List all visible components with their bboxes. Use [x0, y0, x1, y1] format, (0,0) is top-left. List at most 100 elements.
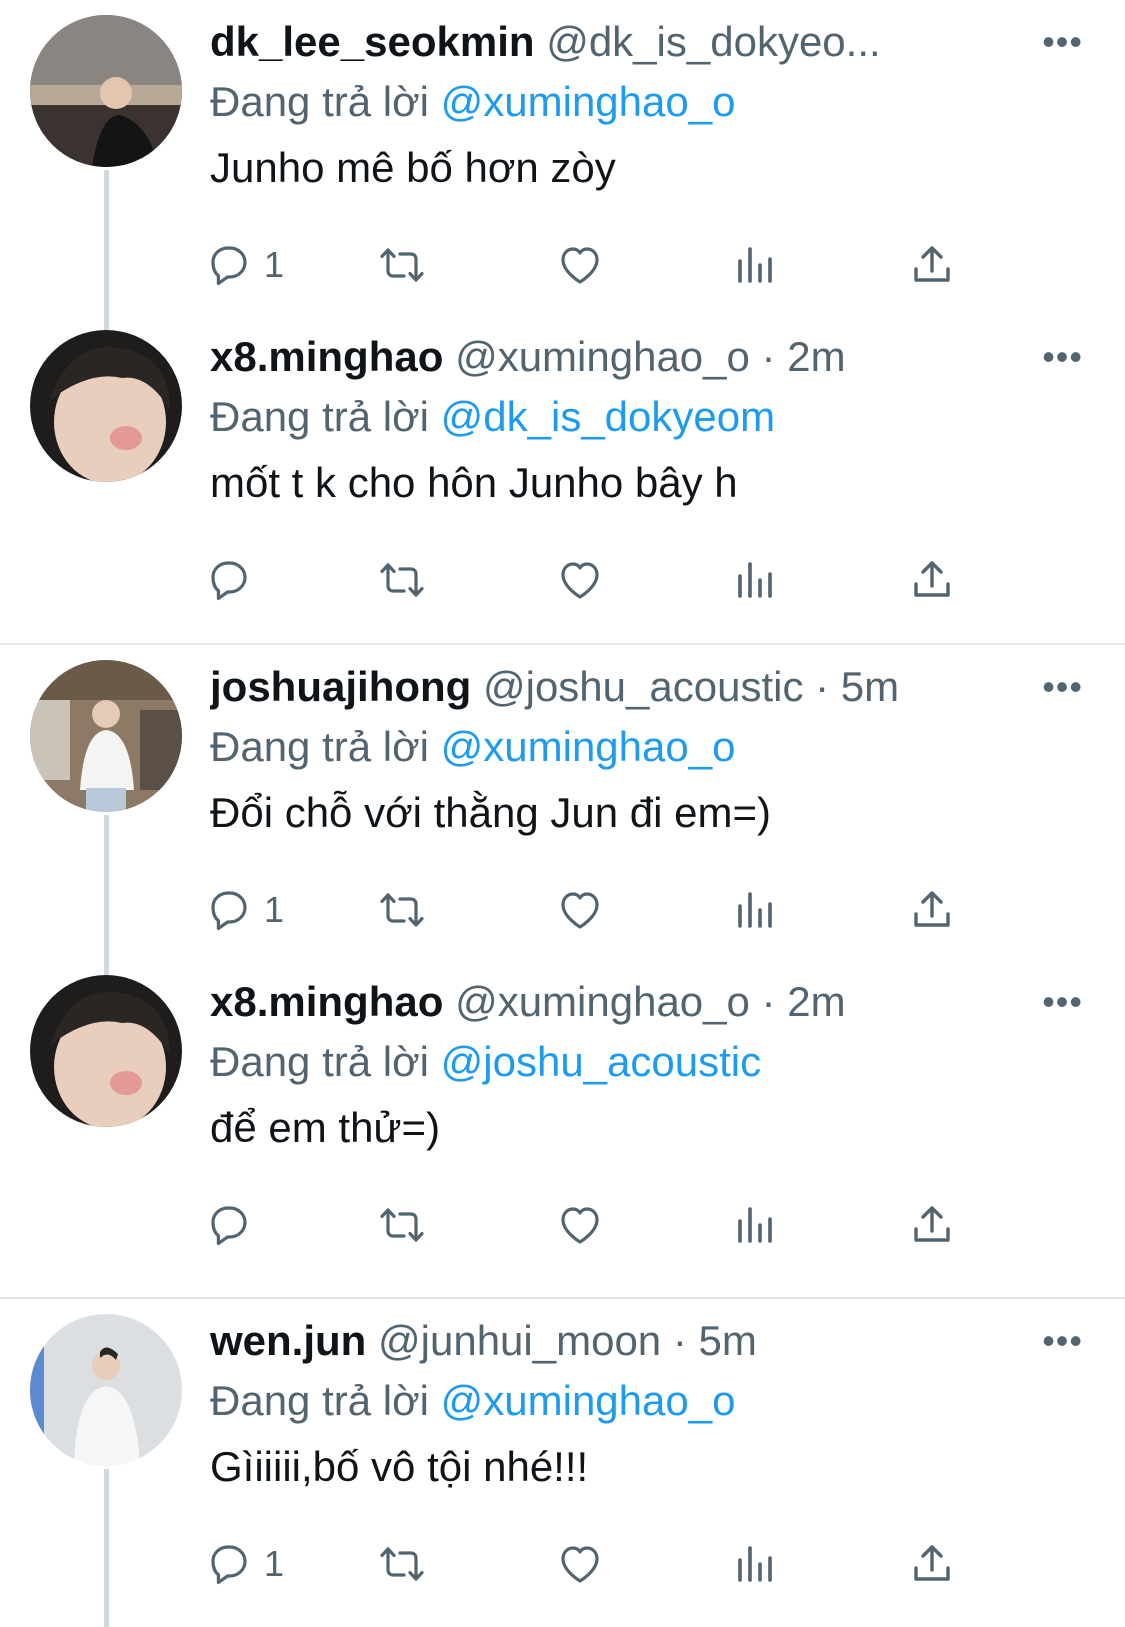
display-name[interactable]: x8.minghao [210, 978, 443, 1025]
reply-button[interactable]: 1 [204, 1537, 284, 1591]
share-button[interactable] [908, 1198, 956, 1252]
tweet-text: mốt t k cho hôn Junho bây h [210, 459, 738, 506]
reply-icon [211, 1545, 247, 1584]
tweet[interactable]: joshuajihong @joshu_acoustic · 5m ••• Đa… [0, 645, 1125, 975]
share-button[interactable] [908, 238, 956, 292]
reply-button[interactable]: 1 [204, 238, 284, 292]
more-icon[interactable]: ••• [1042, 982, 1083, 1022]
avatar[interactable] [30, 975, 182, 1127]
handle[interactable]: @dk_is_dokyeo... [546, 18, 880, 65]
tweet-header: wen.jun @junhui_moon · 5m [210, 1311, 1025, 1371]
views-button[interactable] [732, 553, 780, 607]
views-button[interactable] [732, 1537, 780, 1591]
thread-line [104, 815, 109, 975]
replying-to: Đang trả lời @xuminghao_o [210, 719, 735, 775]
tweet[interactable]: x8.minghao @xuminghao_o · 2m ••• Đang tr… [0, 960, 1125, 1275]
like-icon [561, 1207, 599, 1244]
retweet-icon [380, 563, 424, 597]
mention-link[interactable]: @xuminghao_o [441, 78, 736, 125]
like-button[interactable] [556, 238, 604, 292]
tweet-text: Đổi chỗ với thằng Jun đi em=) [210, 789, 771, 836]
display-name[interactable]: dk_lee_seokmin [210, 18, 535, 65]
tweet-header: joshuajihong @joshu_acoustic · 5m [210, 657, 1025, 717]
retweet-icon [380, 893, 424, 927]
more-icon[interactable]: ••• [1042, 337, 1083, 377]
views-button[interactable] [732, 883, 780, 937]
handle[interactable]: @xuminghao_o · 2m [455, 978, 846, 1025]
mention-link[interactable]: @dk_is_dokyeom [441, 393, 775, 440]
retweet-button[interactable] [378, 553, 426, 607]
like-icon [561, 892, 599, 929]
reply-count: 1 [264, 1543, 285, 1584]
reply-button[interactable] [204, 1198, 252, 1252]
views-button[interactable] [732, 1198, 780, 1252]
reply-icon [211, 246, 247, 285]
retweet-icon [380, 248, 424, 282]
retweet-button[interactable] [378, 883, 426, 937]
tweet[interactable]: x8.minghao @xuminghao_o · 2m ••• Đang tr… [0, 315, 1125, 630]
like-button[interactable] [556, 1537, 604, 1591]
views-icon [738, 892, 772, 928]
like-button[interactable] [556, 883, 604, 937]
mention-link[interactable]: @joshu_acoustic [441, 1038, 761, 1085]
display-name[interactable]: joshuajihong [210, 663, 471, 710]
avatar[interactable] [30, 330, 182, 482]
tweet-text: Gìiiiii,bố vô tội nhé!!! [210, 1443, 589, 1490]
display-name[interactable]: x8.minghao [210, 333, 443, 380]
more-icon[interactable]: ••• [1042, 1321, 1083, 1361]
handle[interactable]: @joshu_acoustic · 5m [483, 663, 899, 710]
replying-to-label: Đang trả lời [210, 723, 429, 770]
reply-button[interactable] [204, 553, 252, 607]
views-icon [738, 562, 772, 598]
like-icon [561, 1546, 599, 1583]
share-button[interactable] [908, 883, 956, 937]
reply-icon [211, 561, 247, 600]
action-bar [210, 553, 1010, 607]
share-button[interactable] [908, 1537, 956, 1591]
replying-to: Đang trả lời @xuminghao_o [210, 1373, 735, 1429]
reply-count: 1 [264, 889, 285, 930]
action-bar: 1 [210, 883, 1010, 937]
views-button[interactable] [732, 238, 780, 292]
retweet-button[interactable] [378, 238, 426, 292]
tweet[interactable]: wen.jun @junhui_moon · 5m ••• Đang trả l… [0, 1299, 1125, 1627]
display-name[interactable]: wen.jun [210, 1317, 366, 1364]
replying-to: Đang trả lời @joshu_acoustic [210, 1034, 761, 1090]
replying-to-label: Đang trả lời [210, 393, 429, 440]
retweet-icon [380, 1208, 424, 1242]
like-button[interactable] [556, 553, 604, 607]
share-icon [914, 1545, 950, 1581]
reply-icon [211, 891, 247, 930]
share-icon [914, 891, 950, 927]
handle[interactable]: @xuminghao_o · 2m [455, 333, 846, 380]
replying-to-label: Đang trả lời [210, 1377, 429, 1424]
like-icon [561, 247, 599, 284]
views-icon [738, 247, 772, 283]
share-button[interactable] [908, 553, 956, 607]
reply-button[interactable]: 1 [204, 883, 284, 937]
more-icon[interactable]: ••• [1042, 667, 1083, 707]
mention-link[interactable]: @xuminghao_o [441, 1377, 736, 1424]
replying-to: Đang trả lời @dk_is_dokyeom [210, 389, 775, 445]
avatar[interactable] [30, 15, 182, 167]
retweet-button[interactable] [378, 1537, 426, 1591]
more-icon[interactable]: ••• [1042, 22, 1083, 62]
action-bar [210, 1198, 1010, 1252]
tweet[interactable]: dk_lee_seokmin @dk_is_dokyeo... ••• Đang… [0, 0, 1125, 330]
share-icon [914, 1206, 950, 1242]
avatar[interactable] [30, 660, 182, 812]
share-icon [914, 246, 950, 282]
views-icon [738, 1207, 772, 1243]
mention-link[interactable]: @xuminghao_o [441, 723, 736, 770]
action-bar: 1 [210, 1537, 1010, 1591]
tweet-header: x8.minghao @xuminghao_o · 2m [210, 327, 1025, 387]
avatar[interactable] [30, 1314, 182, 1466]
tweet-header: x8.minghao @xuminghao_o · 2m [210, 972, 1025, 1032]
handle[interactable]: @junhui_moon · 5m [378, 1317, 757, 1364]
like-button[interactable] [556, 1198, 604, 1252]
share-icon [914, 561, 950, 597]
thread-line [104, 170, 109, 330]
views-icon [738, 1546, 772, 1582]
tweet-text: Junho mê bố hơn zòy [210, 144, 616, 191]
retweet-button[interactable] [378, 1198, 426, 1252]
